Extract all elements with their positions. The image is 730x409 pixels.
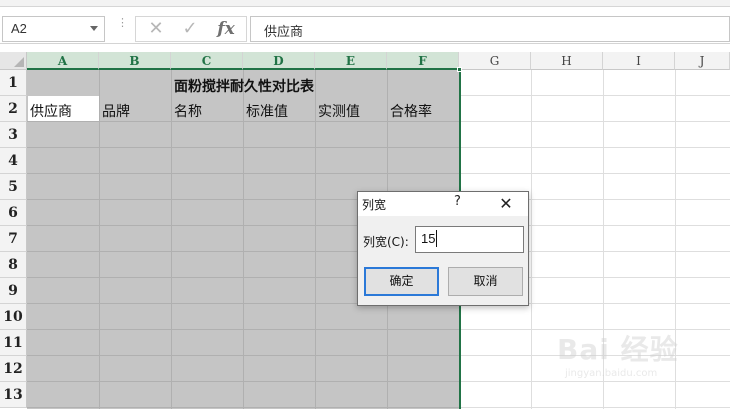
row-header-10[interactable]: 10 bbox=[0, 304, 27, 330]
row-header-9[interactable]: 9 bbox=[0, 278, 27, 304]
row-header-4[interactable]: 4 bbox=[0, 148, 27, 174]
drag-handle-icon[interactable]: ⋮ bbox=[117, 17, 128, 36]
row-header-7[interactable]: 7 bbox=[0, 226, 27, 252]
row-header-5[interactable]: 5 bbox=[0, 174, 27, 200]
grid-line bbox=[461, 121, 730, 122]
row-header-12[interactable]: 12 bbox=[0, 356, 27, 382]
name-box-value: A2 bbox=[11, 21, 27, 36]
ok-button[interactable]: 确定 bbox=[364, 267, 439, 296]
baidu-watermark: Bai 经验 jingyan.baidu.com bbox=[557, 328, 697, 388]
row-header-13[interactable]: 13 bbox=[0, 382, 27, 408]
column-header-b[interactable]: B bbox=[99, 52, 171, 70]
grid-line bbox=[461, 147, 730, 148]
name-box[interactable]: A2 bbox=[2, 16, 105, 42]
dialog-title: 列宽 bbox=[362, 198, 387, 212]
column-width-value: 15 bbox=[421, 231, 436, 246]
column-header-j[interactable]: J bbox=[675, 52, 730, 70]
cancel-icon[interactable]: ✕ bbox=[142, 17, 170, 41]
column-header-f[interactable]: F bbox=[387, 52, 459, 70]
insert-function-icon[interactable]: fx bbox=[212, 17, 240, 41]
grid-line bbox=[461, 95, 730, 96]
select-all-icon bbox=[14, 57, 24, 67]
watermark-url: jingyan.baidu.com bbox=[565, 368, 658, 379]
column-header-a[interactable]: A bbox=[27, 52, 99, 70]
column-width-label: 列宽(C): bbox=[363, 235, 409, 249]
enter-icon[interactable]: ✓ bbox=[176, 17, 204, 41]
row-header-1[interactable]: 1 bbox=[0, 70, 27, 96]
row-header-8[interactable]: 8 bbox=[0, 252, 27, 278]
fill-handle[interactable] bbox=[457, 67, 462, 72]
row-header-11[interactable]: 11 bbox=[0, 330, 27, 356]
cancel-button[interactable]: 取消 bbox=[448, 267, 523, 296]
formula-input[interactable]: 供应商 bbox=[250, 16, 730, 42]
column-header-g[interactable]: G bbox=[459, 52, 531, 70]
column-header-h[interactable]: H bbox=[531, 52, 603, 70]
close-icon[interactable]: ✕ bbox=[494, 192, 518, 216]
text-caret bbox=[436, 230, 437, 247]
select-all-corner[interactable] bbox=[0, 52, 27, 70]
column-header-c[interactable]: C bbox=[171, 52, 243, 70]
formula-content: 供应商 bbox=[264, 25, 304, 40]
row-header-6[interactable]: 6 bbox=[0, 200, 27, 226]
chevron-down-icon[interactable] bbox=[90, 26, 98, 31]
column-width-dialog: 列宽 ? ✕ 列宽(C): 15 确定 取消 bbox=[357, 191, 529, 306]
column-header-i[interactable]: I bbox=[603, 52, 675, 70]
help-icon[interactable]: ? bbox=[454, 194, 461, 209]
column-header-d[interactable]: D bbox=[243, 52, 315, 70]
row-header-3[interactable]: 3 bbox=[0, 122, 27, 148]
column-width-input[interactable]: 15 bbox=[415, 226, 524, 253]
ribbon-edge bbox=[0, 0, 730, 7]
formula-buttons: ✕ ✓ fx bbox=[135, 16, 247, 42]
grid-line bbox=[461, 407, 730, 408]
watermark-brand: Bai 经验 bbox=[557, 333, 679, 366]
column-header-e[interactable]: E bbox=[315, 52, 387, 70]
row-header-2[interactable]: 2 bbox=[0, 96, 27, 122]
grid-line bbox=[461, 173, 730, 174]
